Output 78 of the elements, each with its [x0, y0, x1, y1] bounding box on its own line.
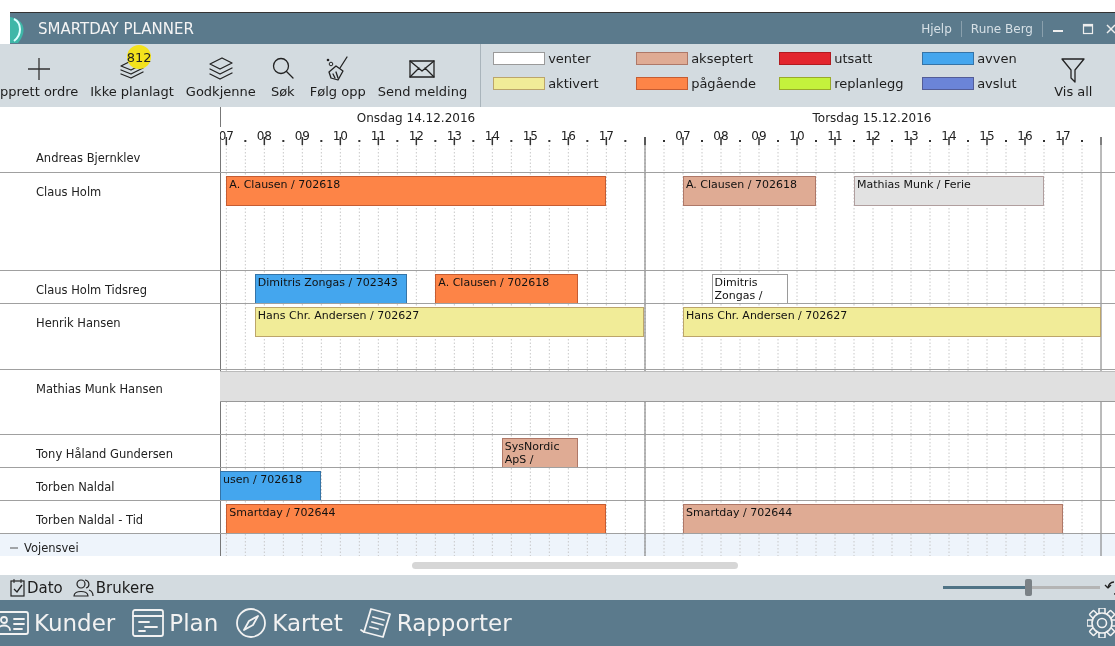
view-tab[interactable]: Dato [10, 578, 63, 597]
hour-label: 08 [713, 129, 729, 143]
group-name: Vojensvei [24, 540, 79, 555]
settings-icon[interactable] [1087, 608, 1115, 638]
booking-bar[interactable]: Dimitris Zongas / 702343 [254, 274, 407, 303]
hour-label: 11 [370, 129, 386, 143]
nav-item[interactable]: Kartet [234, 606, 343, 640]
scrollbar[interactable] [412, 562, 738, 569]
booking-bar[interactable]: Smartday / 702644 [683, 504, 1063, 533]
booking-bar[interactable]: SysNordic ApS / [501, 438, 578, 467]
hour-label: 09 [751, 129, 767, 143]
resource-name: Claus Holm [35, 184, 103, 201]
toolbar-button[interactable]: Send melding [376, 44, 469, 107]
legend-label: replanlegg [834, 76, 904, 91]
hour-label: 13 [446, 129, 462, 143]
legend-label: utsatt [834, 51, 873, 66]
booking-bar[interactable]: A. Clausen / 702618 [226, 176, 607, 206]
board-icon [131, 606, 166, 640]
resource-name: Mathias Munk Hansen [35, 381, 164, 398]
view-tab[interactable]: Brukere [72, 578, 155, 597]
toolbar-button[interactable]: Ikke planlagt 812 [89, 44, 175, 107]
close-icon[interactable] [1103, 21, 1115, 36]
hour-label: 09 [294, 129, 310, 143]
compass-icon [234, 606, 269, 640]
legend-label: aktivert [548, 76, 599, 91]
booking-bar[interactable]: Dimitris Zongas / [711, 274, 788, 303]
nav-item[interactable]: Plan [131, 606, 219, 640]
hour-label: 16 [1017, 129, 1033, 143]
hour-label: 15 [979, 129, 995, 143]
hour-label: 14 [941, 129, 957, 143]
hour-label: 17 [598, 129, 614, 143]
filter-button[interactable]: Vis all [1053, 44, 1094, 107]
booking-bar[interactable]: Hans Chr. Andersen / 702627 [683, 307, 1101, 337]
resource-name: Claus Holm Tidsreg [35, 282, 148, 299]
slider-thumb[interactable] [1024, 579, 1032, 596]
hour-label: 15 [522, 129, 538, 143]
toolbar-button[interactable]: Følg opp [308, 44, 367, 107]
funnel-icon [1060, 56, 1087, 84]
users-icon [72, 578, 94, 597]
toolbar-button[interactable]: pprett ordre [0, 44, 80, 107]
booking-bar[interactable]: A. Clausen / 702618 [683, 176, 816, 206]
legend-label: avven [977, 51, 1017, 66]
booking-bar[interactable]: A. Clausen / 702618 [435, 274, 578, 303]
resource-name: Andreas Bjernklev [35, 150, 142, 167]
toolbar-button[interactable]: Godkjenne [184, 44, 257, 107]
nav-item[interactable]: Rapporter [358, 606, 512, 640]
hour-label: 07 [675, 129, 691, 143]
resource-name: Henrik Hansen [35, 315, 122, 332]
resource-name: Torben Naldal [35, 479, 116, 496]
resource-name: Torben Naldal - Tid [35, 512, 145, 529]
count-badge: 812 [127, 45, 152, 69]
legend-label: avslut [977, 76, 1017, 91]
hour-label: 13 [903, 129, 919, 143]
hour-label: 12 [408, 129, 424, 143]
calendar-check-icon [10, 578, 25, 597]
hour-label: 16 [560, 129, 576, 143]
hour-label: 10 [789, 129, 805, 143]
day-heading: Onsdag 14.12.2016 [356, 111, 476, 125]
day-heading: Torsdag 15.12.2016 [812, 111, 932, 125]
report-icon [358, 606, 393, 640]
nav-item[interactable]: Kunder [0, 606, 116, 640]
hour-label: 14 [484, 129, 500, 143]
resource-name: Tony Håland Gundersen [35, 446, 174, 463]
booking-bar[interactable]: usen / 702618 [220, 471, 322, 500]
hour-label: 12 [865, 129, 881, 143]
legend-label: pågående [691, 76, 757, 91]
hour-label: 07 [220, 129, 234, 143]
legend-label: akseptert [691, 51, 754, 66]
booking-bar[interactable]: Smartday / 702644 [226, 504, 607, 533]
hour-label: 11 [827, 129, 843, 143]
hour-label: 10 [332, 129, 348, 143]
hour-label: 17 [1055, 129, 1071, 143]
app-title: SMARTDAY PLANNER [38, 19, 194, 38]
toolbar-button[interactable]: Søk [266, 44, 299, 107]
legend-label: venter [548, 51, 591, 66]
booking-bar[interactable]: Hans Chr. Andersen / 702627 [254, 307, 645, 337]
booking-bar[interactable]: Mathias Munk / Ferie [854, 176, 1044, 206]
hour-label: 08 [256, 129, 272, 143]
